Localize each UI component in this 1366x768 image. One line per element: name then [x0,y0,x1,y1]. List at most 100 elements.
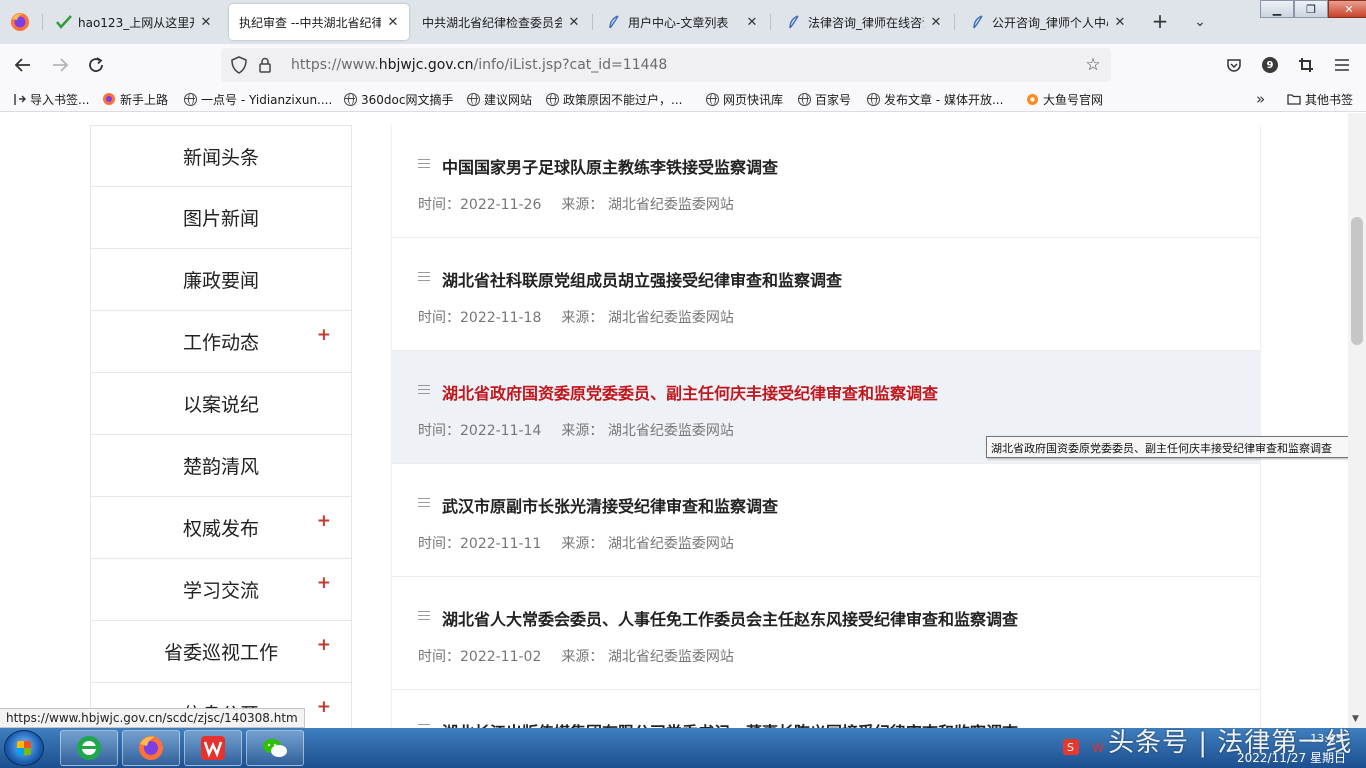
article-title-link[interactable]: 中国国家男子足球队原主教练李铁接受监察调查 [442,154,778,178]
sidebar-item-label: 工作动态 [182,332,259,354]
firefox-menu-icon[interactable] [8,10,32,34]
globe-icon [797,92,811,106]
sidebar-item-photo-news[interactable]: 图片新闻 [90,187,352,249]
sidebar-item-label: 以案说纪 [182,394,259,416]
new-tab-button[interactable]: + [1148,10,1172,34]
bookmark-import[interactable]: 导入书签... [12,90,89,108]
bookmark-yidian[interactable]: 一点号 - Yidianzixun.... [183,90,332,108]
sidebar-item-work-updates[interactable]: 工作动态 + [90,311,352,373]
sidebar-item-inspection[interactable]: 省委巡视工作 + [90,621,352,683]
expand-plus-icon[interactable]: + [317,697,331,717]
sidebar-item-label: 权威发布 [182,518,259,540]
globe-icon [545,92,559,106]
reload-button[interactable] [83,53,109,77]
expand-plus-icon[interactable]: + [317,573,331,593]
bookmark-publish-article[interactable]: 发布文章 - 媒体开放... [866,90,1003,108]
bookmark-web-slices[interactable]: 网页快讯库 [705,90,783,108]
expand-plus-icon[interactable]: + [317,325,331,345]
minimize-button[interactable]: ▁ [1260,0,1294,18]
list-bullet-icon [418,159,430,168]
tab-user-center[interactable]: 用户中心-文章列表 ✕ [596,4,768,40]
bookmark-dayu[interactable]: 大鱼号官网 [1025,90,1103,108]
hamburger-menu-icon[interactable] [1330,53,1354,77]
extension-button[interactable]: 9 [1258,53,1282,77]
article-title-link[interactable]: 湖北省人大常委会委员、人事任免工作委员会主任赵东风接受纪律审查和监察调查 [442,606,1018,630]
close-tab-icon[interactable]: ✕ [198,15,214,30]
sidebar-item-integrity-news[interactable]: 廉政要闻 [90,249,352,311]
feather-icon [606,14,622,30]
bookmark-label: 网页快讯库 [723,92,784,107]
firefox-icon [139,736,163,760]
close-tab-icon[interactable]: ✕ [928,15,944,30]
taskbar-wps-button[interactable] [184,730,242,766]
taskbar-wechat-button[interactable] [246,730,304,766]
back-button[interactable] [10,53,36,77]
screenshot-crop-icon[interactable] [1294,53,1318,77]
sidebar-item-label: 楚韵清风 [182,456,259,478]
globe-icon [183,92,197,106]
taskbar-ie-button[interactable] [60,730,118,766]
page-scrollbar[interactable]: ▼ [1348,113,1366,728]
start-button[interactable] [4,730,44,766]
tab-public-consult[interactable]: 公开咨询_律师个人中心 ✕ [960,4,1136,40]
close-window-button[interactable]: ✕ [1328,0,1366,18]
sidebar-item-chuyun[interactable]: 楚韵清风 [90,435,352,497]
article-title-link[interactable]: 武汉市原副市长张光清接受纪律审查和监察调查 [442,493,778,517]
close-tab-icon[interactable]: ✕ [566,15,582,30]
bookmarks-overflow-icon[interactable]: » [1256,90,1265,108]
tab-hbjwjc[interactable]: 中共湖北省纪律检查委员会 ✕ [412,4,590,40]
restore-button[interactable]: ❐ [1294,0,1328,18]
bookmark-suggested-sites[interactable]: 建议网站 [466,90,532,108]
tab-title: 公开咨询_律师个人中心 [992,15,1108,30]
bookmark-other-folder[interactable]: 其他书签 [1287,90,1353,108]
sidebar-item-headlines[interactable]: 新闻头条 [90,125,352,187]
list-item[interactable]: 湖北省社科联原党组成员胡立强接受纪律审查和监察调查 时间：2022-11-18 来… [392,238,1260,351]
article-title-link[interactable]: 湖北省政府国资委原党委委员、副主任何庆丰接受纪律审查和监察调查 [442,380,938,404]
list-all-tabs-button[interactable]: ⌄ [1188,10,1212,34]
close-tab-icon[interactable]: ✕ [385,15,401,30]
globe-icon [705,92,719,106]
scrollbar-thumb[interactable] [1351,217,1363,345]
article-time: 时间：2022-11-18 [418,310,542,326]
forward-button[interactable] [47,53,73,77]
bookmark-label: 发布文章 - 媒体开放... [884,92,1004,107]
expand-plus-icon[interactable]: + [317,511,331,531]
close-tab-icon[interactable]: ✕ [744,15,760,30]
article-title-link[interactable]: 湖北省社科联原党组成员胡立强接受纪律审查和监察调查 [442,267,842,291]
bookmark-policy[interactable]: 政策原因不能过户，... [545,90,682,108]
bookmark-label: 导入书签... [30,92,90,107]
svg-text:S: S [1067,741,1074,754]
lock-icon[interactable] [255,57,275,73]
sidebar-item-label: 学习交流 [182,580,259,602]
sidebar-item-case-lessons[interactable]: 以案说纪 [90,373,352,435]
sidebar-item-label: 省委巡视工作 [163,642,278,664]
taskbar-firefox-button[interactable] [122,730,180,766]
url-scheme: https://www. [291,57,379,73]
address-bar[interactable]: https://www.hbjwjc.gov.cn/info/iList.jsp… [221,48,1111,82]
article-list: 中国国家男子足球队原主教练李铁接受监察调查 时间：2022-11-26 来源： 湖… [391,125,1261,728]
bookmark-baijiahao[interactable]: 百家号 [797,90,851,108]
tab-title: 法律咨询_律师在线咨询 [808,15,924,30]
bookmark-360doc[interactable]: 360doc网文摘手 [343,90,453,108]
scroll-down-arrow-icon[interactable]: ▼ [1352,714,1359,724]
list-item[interactable]: 武汉市原副市长张光清接受纪律审查和监察调查 时间：2022-11-11 来源： 湖… [392,464,1260,577]
tab-active[interactable]: 执纪审查 --中共湖北省纪律检查委员会 ✕ [229,4,409,40]
list-item[interactable]: 中国国家男子足球队原主教练李铁接受监察调查 时间：2022-11-26 来源： 湖… [392,125,1260,238]
article-meta: 时间：2022-11-11 来源： 湖北省纪委监委网站 [418,533,754,553]
bookmark-label: 大鱼号官网 [1043,92,1104,107]
bookmark-getting-started[interactable]: 新手上路 [102,90,168,108]
sidebar-item-official-release[interactable]: 权威发布 + [90,497,352,559]
tracking-protection-icon[interactable] [229,56,249,74]
list-item[interactable]: 湖北省人大常委会委员、人事任免工作委员会主任赵东风接受纪律审查和监察调查 时间：… [392,577,1260,690]
tab-title: 执纪审查 --中共湖北省纪律检查委员会 [239,15,381,30]
pocket-icon[interactable] [1222,53,1246,77]
expand-plus-icon[interactable]: + [317,635,331,655]
sidebar-item-study-exchange[interactable]: 学习交流 + [90,559,352,621]
tab-legal-consult[interactable]: 法律咨询_律师在线咨询 ✕ [776,4,952,40]
article-meta: 时间：2022-11-14 来源： 湖北省纪委监委网站 [418,420,754,440]
close-tab-icon[interactable]: ✕ [1112,15,1128,30]
url-text[interactable]: https://www.hbjwjc.gov.cn/info/iList.jsp… [291,57,1083,73]
tab-hao123[interactable]: hao123_上网从这里开始 ✕ [46,4,222,40]
article-title-link[interactable]: 湖北长江出版传媒集团有限公司党委书记、董事长陈义国接受纪律审查和监察调查 [442,719,1018,728]
bookmark-star-icon[interactable]: ☆ [1083,55,1103,75]
